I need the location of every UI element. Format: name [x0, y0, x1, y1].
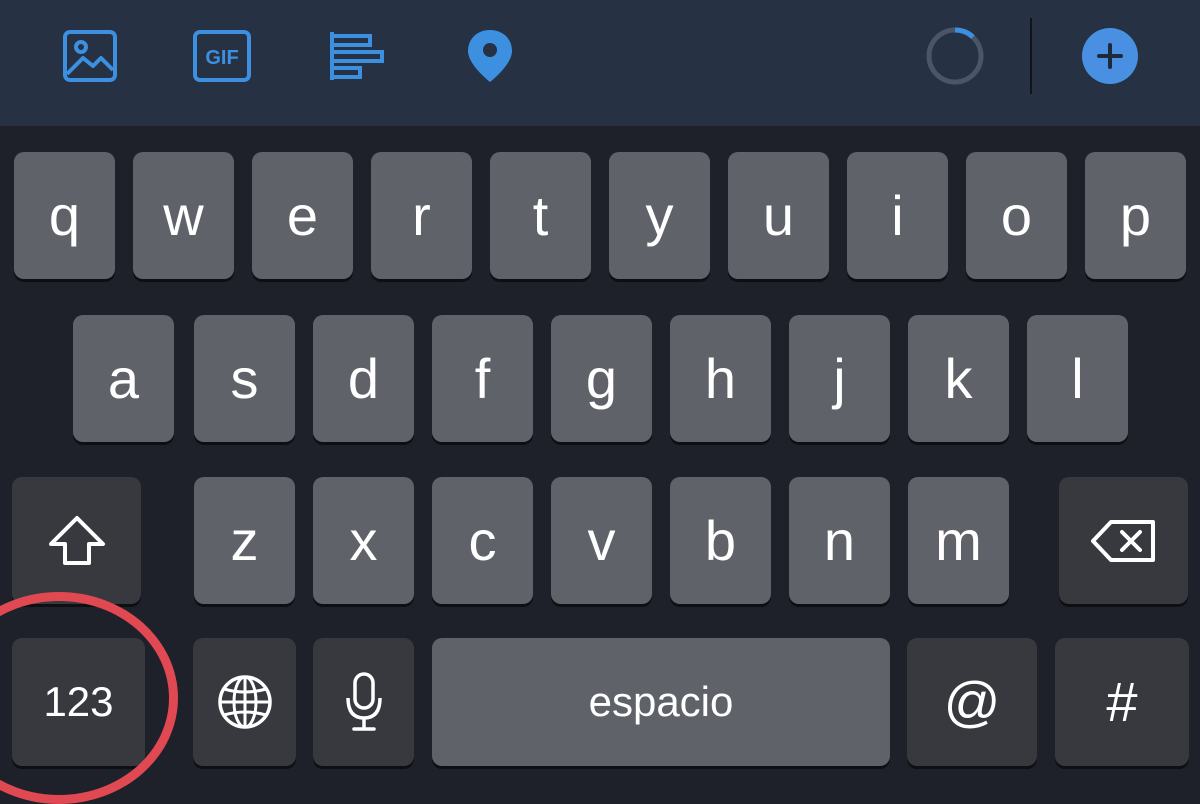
key-label: h — [704, 346, 737, 410]
numbers-key[interactable]: 123 — [12, 638, 145, 766]
numbers-key-label: 123 — [43, 678, 114, 725]
key-label: x — [349, 508, 378, 572]
key-label: c — [468, 508, 497, 572]
key-t[interactable]: t — [490, 152, 591, 279]
key-label: i — [891, 183, 904, 247]
key-label: f — [474, 346, 491, 410]
globe-key[interactable] — [193, 638, 296, 766]
space-key[interactable]: espacio — [432, 638, 890, 766]
compose-toolbar: GIF — [0, 0, 1200, 126]
shift-key[interactable] — [12, 477, 141, 604]
backspace-icon — [1090, 519, 1155, 562]
key-label: g — [585, 346, 618, 410]
key-a[interactable]: a — [73, 315, 174, 442]
poll-icon[interactable] — [326, 26, 386, 86]
key-i[interactable]: i — [847, 152, 948, 279]
key-label: w — [163, 183, 204, 247]
key-label: e — [286, 183, 319, 247]
key-k[interactable]: k — [908, 315, 1009, 442]
image-icon[interactable] — [60, 26, 120, 86]
backspace-key[interactable] — [1059, 477, 1188, 604]
key-label: r — [412, 183, 431, 247]
key-g[interactable]: g — [551, 315, 652, 442]
key-j[interactable]: j — [789, 315, 890, 442]
key-n[interactable]: n — [789, 477, 890, 604]
key-y[interactable]: y — [609, 152, 710, 279]
key-x[interactable]: x — [313, 477, 414, 604]
microphone-icon — [345, 672, 382, 731]
key-p[interactable]: p — [1085, 152, 1186, 279]
at-key[interactable]: @ — [907, 638, 1037, 766]
key-q[interactable]: q — [14, 152, 115, 279]
key-v[interactable]: v — [551, 477, 652, 604]
key-label: p — [1119, 183, 1152, 247]
add-tweet-button[interactable] — [1080, 26, 1140, 86]
key-b[interactable]: b — [670, 477, 771, 604]
key-label: l — [1071, 346, 1084, 410]
key-m[interactable]: m — [908, 477, 1009, 604]
microphone-key[interactable] — [313, 638, 414, 766]
key-label: d — [347, 346, 380, 410]
key-l[interactable]: l — [1027, 315, 1128, 442]
key-label: a — [107, 346, 140, 410]
key-label: v — [587, 508, 616, 572]
key-label: q — [48, 183, 81, 247]
key-c[interactable]: c — [432, 477, 533, 604]
key-label: t — [532, 183, 549, 247]
key-label: b — [704, 508, 737, 572]
key-e[interactable]: e — [252, 152, 353, 279]
key-z[interactable]: z — [194, 477, 295, 604]
key-label: s — [230, 346, 259, 410]
key-u[interactable]: u — [728, 152, 829, 279]
shift-icon — [48, 515, 105, 565]
key-r[interactable]: r — [371, 152, 472, 279]
gif-label: GIF — [205, 47, 238, 69]
hash-key-label: # — [1106, 670, 1138, 733]
keyboard: q w e r t y u i o p a s d f g h j k l z … — [0, 126, 1200, 783]
gif-icon[interactable]: GIF — [192, 26, 252, 86]
location-icon[interactable] — [460, 26, 520, 86]
at-key-label: @ — [943, 670, 1001, 733]
space-key-label: espacio — [588, 678, 734, 725]
key-label: u — [762, 183, 795, 247]
key-label: j — [833, 346, 846, 410]
key-label: y — [645, 183, 674, 247]
character-count-ring — [925, 26, 985, 86]
hash-key[interactable]: # — [1055, 638, 1189, 766]
key-label: m — [935, 508, 982, 572]
globe-icon — [217, 675, 272, 729]
key-s[interactable]: s — [194, 315, 295, 442]
key-label: k — [944, 346, 973, 410]
key-label: o — [1000, 183, 1033, 247]
toolbar-divider — [1030, 18, 1032, 94]
key-h[interactable]: h — [670, 315, 771, 442]
key-d[interactable]: d — [313, 315, 414, 442]
key-f[interactable]: f — [432, 315, 533, 442]
key-label: n — [823, 508, 856, 572]
key-w[interactable]: w — [133, 152, 234, 279]
key-o[interactable]: o — [966, 152, 1067, 279]
key-label: z — [230, 508, 259, 572]
